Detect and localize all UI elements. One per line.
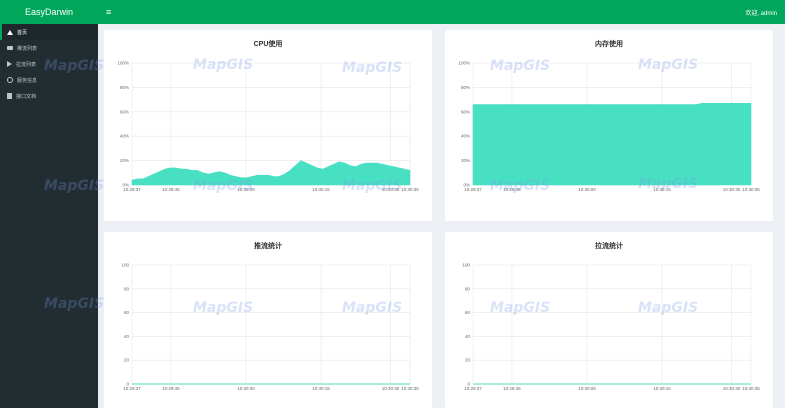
- x-tick-label: 10:29:37: [123, 386, 141, 391]
- sidebar-item-home[interactable]: 首页: [0, 24, 98, 40]
- x-tick-label: 10:30:00: [578, 187, 596, 192]
- y-tick-label: 100: [121, 263, 129, 268]
- y-tick-label: 20: [124, 358, 130, 363]
- x-tick-label: 10:30:35: [401, 386, 419, 391]
- x-tick-label: 10:30:15: [312, 187, 330, 192]
- y-tick-label: 20%: [120, 158, 129, 163]
- x-tick-label: 10:30:30: [382, 386, 400, 391]
- y-tick-label: 80%: [461, 85, 470, 90]
- y-tick-label: 100%: [117, 61, 129, 66]
- x-tick-label: 10:30:15: [653, 386, 671, 391]
- x-tick-label: 10:30:00: [237, 386, 255, 391]
- sidebar-item-label: 服务信息: [17, 77, 38, 84]
- play-icon: [7, 61, 12, 67]
- top-navbar: ≡ 欢迎, admin: [98, 0, 785, 24]
- y-tick-label: 80%: [120, 85, 129, 90]
- pull-stats-chart: 10080604020010:29:37 10:29:45 10:30:00 10:3…: [462, 263, 760, 392]
- sidebar-item-label: 首页: [17, 29, 28, 36]
- x-tick-label: 10:30:35: [401, 187, 419, 192]
- memory-usage-chart: 100%80%60%40%20%0%10:29:37 10:29:45 10:30:…: [458, 61, 760, 193]
- brand-logo[interactable]: EasyDarwin: [0, 0, 98, 24]
- sidebar-item-api-docs[interactable]: 接口文档: [0, 88, 98, 104]
- home-icon: [7, 29, 13, 35]
- cpu-usage-panel: CPU使用 100% 80% 60% 40% 20% 0% 10:29:37 10:29:45…: [104, 30, 432, 221]
- sidebar-item-label: 推流列表: [17, 45, 38, 52]
- y-tick-label: 60%: [120, 109, 129, 114]
- series-area: [131, 160, 411, 186]
- x-tick-label: 10:30:35: [742, 187, 760, 192]
- push-stats-chart: 10080604020010:29:37 10:29:45 10:30:00 10:3…: [121, 263, 419, 392]
- x-tick-label: 10:30:15: [312, 386, 330, 391]
- sidebar-item-server-info[interactable]: 服务信息: [0, 72, 98, 88]
- y-tick-label: 60: [124, 310, 130, 315]
- push-stats-panel: 推流统计 100 80 60 40 20 0 10:29:37 10:29:45 10:30:0…: [104, 232, 432, 408]
- sidebar-toggle-icon[interactable]: ≡: [106, 7, 111, 17]
- doc-icon: [7, 93, 12, 99]
- sidebar-item-push-list[interactable]: 推流列表: [0, 40, 98, 56]
- y-tick-label: 40%: [120, 134, 129, 139]
- y-tick-label: 100: [462, 263, 470, 268]
- video-icon: [7, 46, 13, 50]
- y-tick-label: 60%: [461, 109, 470, 114]
- sidebar: 首页 推流列表 拉流列表 服务信息 接口文档: [0, 24, 98, 408]
- x-tick-label: 10:29:45: [503, 187, 521, 192]
- pull-stats-panel: 拉流统计 100 80 60 40 20 0 10:29:37 10:29:45 10:30:0…: [445, 232, 773, 408]
- gear-icon: [7, 77, 13, 83]
- y-tick-label: 100%: [458, 61, 470, 66]
- x-tick-label: 10:30:30: [723, 386, 741, 391]
- y-tick-label: 40: [124, 334, 130, 339]
- x-tick-label: 10:29:37: [464, 187, 482, 192]
- x-tick-label: 10:30:00: [237, 187, 255, 192]
- x-tick-label: 10:30:00: [578, 386, 596, 391]
- series-area: [472, 103, 752, 186]
- memory-usage-panel: 内存使用 100% 80% 60% 40% 20% 0% 10:29:37 10:29:45 1…: [445, 30, 773, 221]
- sidebar-item-label: 接口文档: [16, 93, 37, 100]
- y-tick-label: 80: [124, 286, 130, 291]
- cpu-usage-chart: 100%80%60%40%20%0%10:29:37 10:29:45 10:30:…: [117, 61, 419, 193]
- x-tick-label: 10:29:37: [123, 187, 141, 192]
- x-tick-label: 10:30:30: [382, 187, 400, 192]
- x-tick-label: 10:30:35: [742, 386, 760, 391]
- y-tick-label: 20%: [461, 158, 470, 163]
- sidebar-item-pull-list[interactable]: 拉流列表: [0, 56, 98, 72]
- y-tick-label: 60: [465, 310, 471, 315]
- y-tick-label: 40: [465, 334, 471, 339]
- x-tick-label: 10:30:15: [653, 187, 671, 192]
- x-tick-label: 10:30:30: [723, 187, 741, 192]
- sidebar-item-label: 拉流列表: [16, 61, 37, 68]
- x-tick-label: 10:29:45: [162, 187, 180, 192]
- x-tick-label: 10:29:45: [162, 386, 180, 391]
- x-tick-label: 10:29:37: [464, 386, 482, 391]
- y-tick-label: 20: [465, 358, 471, 363]
- y-tick-label: 80: [465, 286, 471, 291]
- x-tick-label: 10:29:45: [503, 386, 521, 391]
- y-tick-label: 40%: [461, 134, 470, 139]
- user-menu[interactable]: 欢迎, admin: [745, 8, 777, 17]
